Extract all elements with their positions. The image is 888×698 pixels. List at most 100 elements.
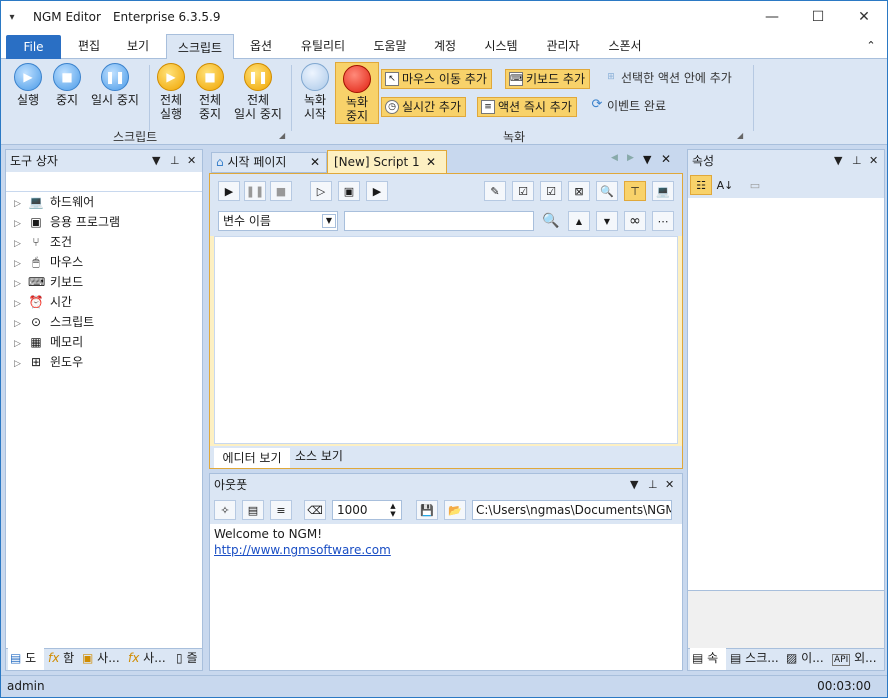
open-folder-button[interactable]: 📂 (444, 500, 466, 520)
stop-button[interactable]: ■ 중지 (45, 63, 89, 107)
tab-editor-view[interactable]: 에디터 보기 (214, 448, 290, 468)
find-button[interactable]: 🔍 (596, 181, 618, 201)
pin-icon[interactable]: ⊥ (170, 150, 180, 172)
tab-functions[interactable]: fx 함 (46, 648, 74, 670)
quick-access-dropdown-icon[interactable]: ▾ (1, 12, 23, 23)
menu-edit[interactable]: 편집 (69, 33, 109, 59)
log-settings-button[interactable]: ▤ (242, 500, 264, 520)
check-all-button[interactable]: ☑ (512, 181, 534, 201)
sort-alpha-button[interactable]: A↓ (714, 175, 736, 195)
menu-admin[interactable]: 관리자 (537, 33, 589, 59)
menu-view[interactable]: 보기 (119, 33, 157, 59)
tab-start-page[interactable]: ⌂ 시작 페이지 ✕ (211, 152, 327, 173)
tree-item-mouse[interactable]: ▷ 🖱 마우스 (14, 252, 83, 272)
log-link[interactable]: http://www.ngmsoftware.com (214, 542, 391, 558)
tree-item-memory[interactable]: ▷ ▦ 메모리 (14, 332, 83, 352)
stop-all-button[interactable]: ■ 전체 중지 (188, 63, 232, 121)
device-button[interactable]: 💻 (652, 181, 674, 201)
script-group-launcher-icon[interactable]: ◢ (279, 131, 285, 140)
loop-button[interactable]: ∞ (624, 211, 646, 231)
tab-close-icon[interactable]: ✕ (426, 151, 436, 173)
tree-item-hardware[interactable]: ▷ 💻 하드웨어 (14, 192, 94, 212)
tree-item-application[interactable]: ▷ ▣ 응용 프로그램 (14, 212, 120, 232)
expand-arrow-icon[interactable]: ▷ (14, 294, 28, 314)
play-button[interactable]: ▶ (218, 181, 240, 201)
panel-dropdown-icon[interactable]: ▼ (643, 153, 651, 166)
tab-script-1[interactable]: [New] Script 1 ✕ (327, 150, 447, 173)
panel-dropdown-icon[interactable]: ▼ (630, 474, 638, 496)
tab-toolbox[interactable]: ▤ 도 (8, 648, 44, 670)
run-all-button[interactable]: ▶ 전체 실행 (149, 63, 193, 121)
delete-button[interactable]: ⊠ (568, 181, 590, 201)
run-selected-button[interactable]: ▣ (338, 181, 360, 201)
tab-images[interactable]: ▨ 이... (784, 648, 824, 670)
menu-account[interactable]: 계정 (425, 33, 465, 59)
panel-close-icon[interactable]: ✕ (187, 150, 196, 172)
add-keyboard-button[interactable]: ⌨ 키보드 추가 (505, 69, 591, 89)
next-button[interactable]: ▼ (596, 211, 618, 231)
record-stop-button[interactable]: 녹화 중지 (335, 62, 379, 124)
save-button[interactable]: 💾 (416, 500, 438, 520)
tab-source-view[interactable]: 소스 보기 (290, 446, 348, 466)
event-done-button[interactable]: ⟳ 이벤트 완료 (587, 97, 670, 117)
menu-options[interactable]: 옵션 (241, 33, 281, 59)
prev-button[interactable]: ▲ (568, 211, 590, 231)
menu-system[interactable]: 시스템 (475, 33, 527, 59)
step-button[interactable]: ▷ (310, 181, 332, 201)
panel-close-icon[interactable]: ✕ (661, 152, 671, 166)
stepper-arrows-icon[interactable]: ▲ ▼ (386, 502, 400, 518)
stop-button[interactable]: ■ (270, 181, 292, 201)
tab-user-1[interactable]: ▣ 사... (80, 648, 120, 670)
panel-dropdown-icon[interactable]: ▼ (834, 150, 842, 172)
tab-close-icon[interactable]: ✕ (310, 153, 320, 172)
pause-all-button[interactable]: ❚❚ 전체 일시 중지 (229, 63, 287, 121)
panel-close-icon[interactable]: ✕ (665, 474, 674, 496)
expand-arrow-icon[interactable]: ▷ (14, 254, 28, 274)
tree-item-script[interactable]: ▷ ⊙ 스크립트 (14, 312, 94, 332)
expand-arrow-icon[interactable]: ▷ (14, 334, 28, 354)
property-pages-button[interactable]: ▭ (744, 175, 766, 195)
tab-external[interactable]: API 외... (830, 648, 877, 670)
minimize-button[interactable]: — (749, 1, 795, 33)
pause-button[interactable]: ❚❚ 일시 중지 (87, 63, 143, 107)
tree-item-window[interactable]: ▷ ⊞ 윈도우 (14, 352, 83, 372)
run-from-button[interactable]: ▶ (366, 181, 388, 201)
tab-user-2[interactable]: fx 사... (126, 648, 166, 670)
scroll-left-icon[interactable]: ◀ (611, 153, 618, 163)
add-realtime-button[interactable]: ◷ 실시간 추가 (381, 97, 467, 117)
menu-file[interactable]: File (6, 35, 61, 59)
tab-favorites[interactable]: ▯ 즐 (174, 648, 197, 670)
chevron-down-icon[interactable]: ▼ (322, 214, 336, 228)
add-action-now-button[interactable]: ≡ 액션 즉시 추가 (477, 97, 577, 117)
tree-item-time[interactable]: ▷ ⏰ 시간 (14, 292, 72, 312)
max-lines-stepper[interactable]: 1000 ▲ ▼ (332, 500, 402, 520)
add-mouse-move-button[interactable]: ↖ 마우스 이동 추가 (381, 69, 492, 89)
word-wrap-button[interactable]: ≡ (270, 500, 292, 520)
maximize-button[interactable]: ☐ (795, 1, 841, 33)
edit-action-button[interactable]: ✎ (484, 181, 506, 201)
menu-help[interactable]: 도움말 (365, 33, 415, 59)
pin-icon[interactable]: ⊥ (648, 474, 658, 496)
more-button[interactable]: ⋯ (652, 211, 674, 231)
clean-button[interactable]: ✧ (214, 500, 236, 520)
expand-arrow-icon[interactable]: ▷ (14, 214, 28, 234)
toolbox-search-input[interactable] (6, 172, 202, 192)
tab-properties[interactable]: ▤ 속 (690, 648, 726, 670)
panel-dropdown-icon[interactable]: ▼ (152, 150, 160, 172)
menu-script[interactable]: 스크립트 (166, 34, 234, 60)
run-button[interactable]: ▶ 실행 (6, 63, 50, 107)
log-path-field[interactable]: C:\Users\ngmas\Documents\NGM6\ (472, 500, 672, 520)
tab-scripts[interactable]: ▤ 스크... (728, 648, 779, 670)
add-in-selected-button[interactable]: ⊞ 선택한 액션 안에 추가 (601, 69, 736, 89)
ribbon-collapse-icon[interactable]: ⌃ (859, 33, 883, 59)
pin-icon[interactable]: ⊥ (852, 150, 862, 172)
tree-view-button[interactable]: ⊤ (624, 181, 646, 201)
scroll-right-icon[interactable]: ▶ (627, 153, 634, 163)
record-start-button[interactable]: 녹화 시작 (293, 63, 337, 121)
variable-search-input[interactable] (344, 211, 534, 231)
tree-item-keyboard[interactable]: ▷ ⌨ 키보드 (14, 272, 83, 292)
action-list-area[interactable] (214, 236, 678, 444)
expand-arrow-icon[interactable]: ▷ (14, 354, 28, 374)
pause-button[interactable]: ❚❚ (244, 181, 266, 201)
variable-select[interactable]: 변수 이름 ▼ (218, 211, 338, 231)
